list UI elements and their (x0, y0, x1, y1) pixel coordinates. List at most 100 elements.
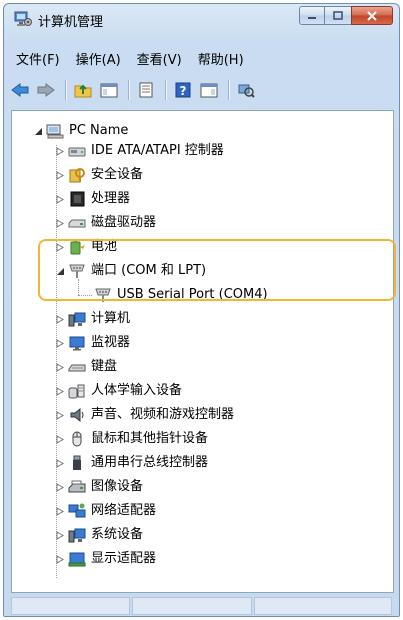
help-button[interactable]: ? (171, 79, 195, 101)
tree-root[interactable]: PC Name (32, 120, 128, 142)
tree-item-label: 端口 (COM 和 LPT) (91, 263, 207, 278)
tree-item-keyboards[interactable]: 键盘 (54, 356, 117, 378)
expand-arrow-icon[interactable] (54, 217, 66, 229)
tree-item-label: 计算机 (91, 311, 131, 326)
sound-icon (68, 407, 86, 423)
svg-text:?: ? (180, 84, 187, 98)
caption-buttons (299, 6, 393, 26)
device-tree[interactable]: PC Name IDE ATA/ATAPI 控制器 安全设备 处理器 磁盘驱动器… (11, 110, 394, 593)
computer-management-window: 计算机管理 文件(F) 操作(A) 查看(V) 帮助(H) ? PC Name … (3, 3, 400, 617)
expand-arrow-icon[interactable] (54, 505, 66, 517)
menu-file[interactable]: 文件(F) (8, 50, 68, 72)
close-button[interactable] (351, 6, 393, 25)
tree-item-label: 鼠标和其他指针设备 (91, 431, 209, 446)
window-title: 计算机管理 (38, 15, 104, 30)
tree-item-processors[interactable]: 处理器 (54, 188, 130, 210)
collapse-arrow-icon[interactable] (54, 265, 66, 277)
tree-item-label: 声音、视频和游戏控制器 (91, 407, 235, 422)
expand-arrow-icon[interactable] (54, 529, 66, 541)
tree-item-monitors[interactable]: 监视器 (54, 332, 130, 354)
up-one-level-button[interactable] (71, 79, 95, 101)
keyboard-icon (68, 359, 86, 375)
show-hide-console-tree-button[interactable] (97, 79, 121, 101)
expand-arrow-icon[interactable] (54, 193, 66, 205)
tree-item-imaging-devices[interactable]: 图像设备 (54, 476, 143, 498)
tree-item-label: 通用串行总线控制器 (91, 455, 209, 470)
expand-arrow-icon[interactable] (54, 409, 66, 421)
status-cell (253, 597, 393, 615)
toolbar-separator (165, 80, 166, 100)
tree-item-label: 键盘 (91, 359, 118, 374)
tree-item-computer[interactable]: 计算机 (54, 308, 130, 330)
toolbar-separator (65, 80, 66, 100)
hid-icon (68, 383, 86, 399)
expand-arrow-icon[interactable] (54, 385, 66, 397)
tree-item-label: 系统设备 (91, 527, 144, 542)
maximize-button[interactable] (325, 6, 351, 25)
monitor-icon (68, 335, 86, 351)
display-adapter-icon (68, 551, 86, 567)
menu-view[interactable]: 查看(V) (129, 50, 190, 72)
expand-arrow-icon[interactable] (54, 457, 66, 469)
expand-arrow-icon[interactable] (54, 337, 66, 349)
expand-arrow-icon[interactable] (54, 361, 66, 373)
tree-item-usb-serial-port[interactable]: USB Serial Port (COM4) (94, 284, 268, 306)
expand-arrow-icon[interactable] (54, 145, 66, 157)
expand-arrow-icon[interactable] (54, 169, 66, 181)
toolbar-separator (128, 80, 129, 100)
port-icon (68, 263, 86, 279)
expand-arrow-icon[interactable] (54, 241, 66, 253)
mouse-icon (68, 431, 86, 447)
forward-button[interactable] (34, 79, 58, 101)
tree-item-label: 图像设备 (91, 479, 144, 494)
expand-arrow-icon[interactable] (54, 433, 66, 445)
tree-item-label: 人体学输入设备 (91, 383, 183, 398)
tree-item-sound-controllers[interactable]: 声音、视频和游戏控制器 (54, 404, 234, 426)
tree-item-usb-controllers[interactable]: 通用串行总线控制器 (54, 452, 208, 474)
properties-icon (139, 82, 153, 98)
usb-controller-icon (68, 455, 86, 471)
tree-item-disk-drives[interactable]: 磁盘驱动器 (54, 212, 156, 234)
expand-arrow-icon[interactable] (54, 481, 66, 493)
tree-item-system-devices[interactable]: 系统设备 (54, 524, 143, 546)
computer-management-icon (14, 11, 32, 27)
menu-bar: 文件(F) 操作(A) 查看(V) 帮助(H) (8, 50, 252, 72)
collapse-arrow-icon[interactable] (32, 125, 44, 137)
menu-action[interactable]: 操作(A) (68, 50, 129, 72)
close-icon (367, 10, 377, 21)
tree-item-mice[interactable]: 鼠标和其他指针设备 (54, 428, 208, 450)
battery-icon (68, 239, 86, 255)
status-cell (11, 597, 131, 615)
ide-controller-icon (68, 143, 86, 159)
toolbar: ? (8, 76, 260, 104)
computer-icon (68, 311, 86, 327)
title-bar[interactable]: 计算机管理 (4, 4, 399, 34)
status-bar (11, 597, 394, 615)
show-action-pane-button[interactable] (197, 79, 221, 101)
minimize-icon (308, 16, 316, 19)
expand-arrow-icon[interactable] (54, 553, 66, 565)
port-icon (94, 287, 112, 303)
tree-item-batteries[interactable]: 电池 (54, 236, 117, 258)
tree-item-network-adapters[interactable]: 网络适配器 (54, 500, 156, 522)
scan-hardware-button[interactable] (234, 79, 258, 101)
back-button[interactable] (8, 79, 32, 101)
tree-item-ports[interactable]: 端口 (COM 和 LPT) (54, 260, 206, 282)
tree-item-display-adapters[interactable]: 显示适配器 (54, 548, 156, 570)
tree-item-label: USB Serial Port (COM4) (117, 287, 268, 302)
toolbar-separator (228, 80, 229, 100)
tree-item-label: 网络适配器 (91, 503, 157, 518)
forward-arrow-icon (37, 83, 55, 97)
tree-item-security-devices[interactable]: 安全设备 (54, 164, 143, 186)
tree-item-hid[interactable]: 人体学输入设备 (54, 380, 182, 402)
tree-item-label: IDE ATA/ATAPI 控制器 (91, 143, 224, 158)
maximize-icon (333, 11, 343, 20)
tree-item-label: 显示适配器 (91, 551, 157, 566)
properties-button[interactable] (134, 79, 158, 101)
tree-item-label: 处理器 (91, 191, 131, 206)
status-cell (132, 597, 252, 615)
minimize-button[interactable] (299, 6, 325, 25)
tree-item-ide-controller[interactable]: IDE ATA/ATAPI 控制器 (54, 140, 224, 162)
menu-help[interactable]: 帮助(H) (190, 50, 252, 72)
expand-arrow-icon[interactable] (54, 313, 66, 325)
